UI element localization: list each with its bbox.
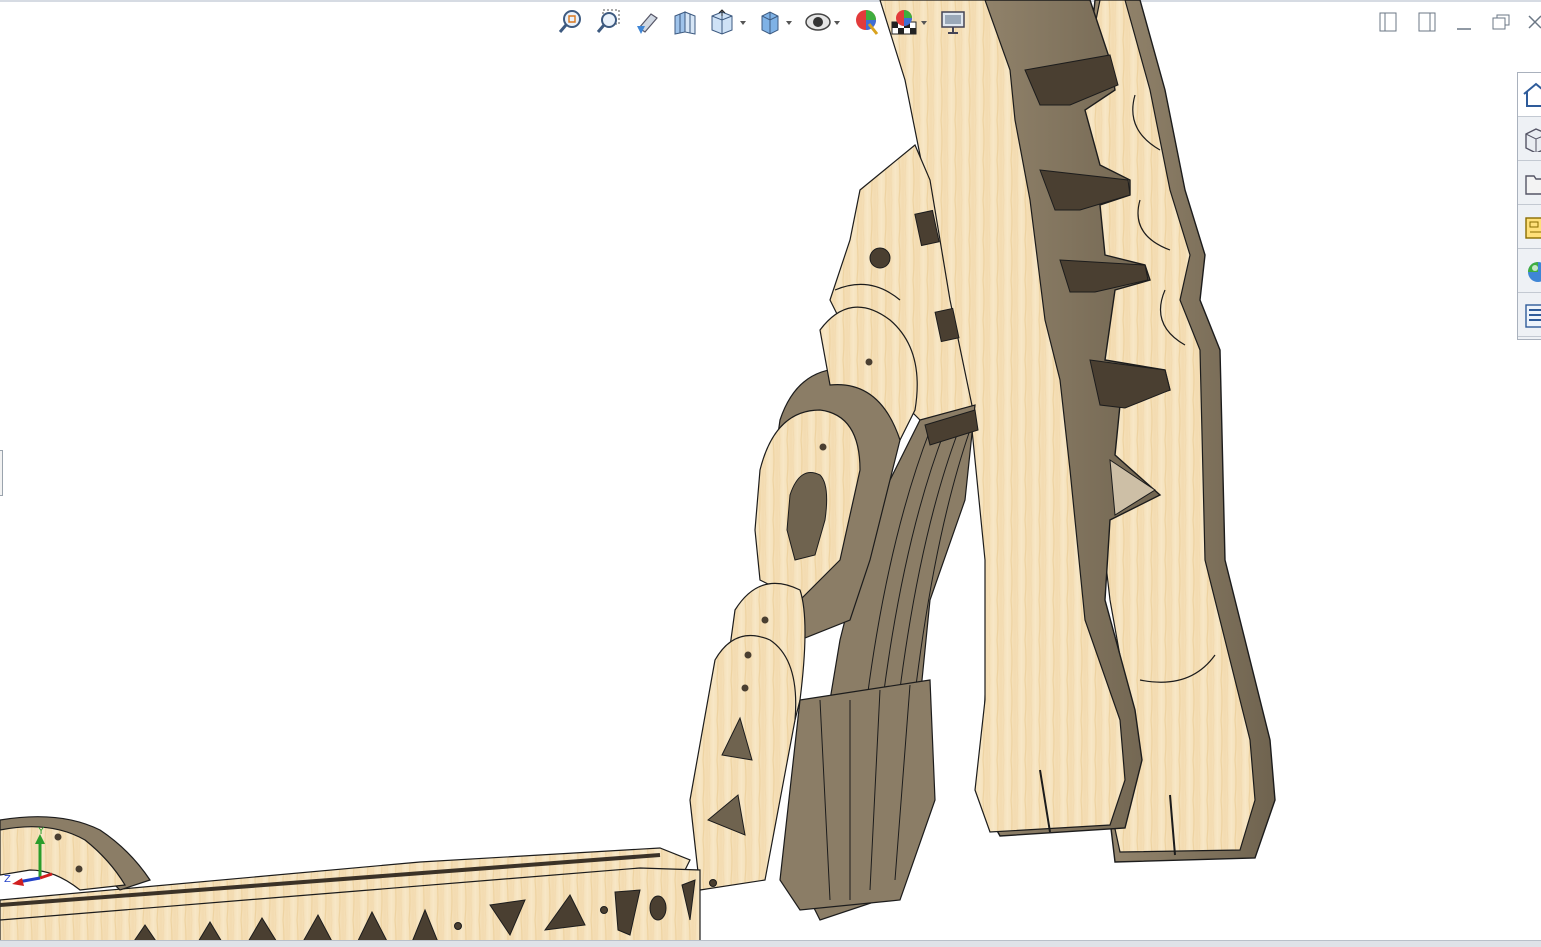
previous-view-icon [637, 13, 658, 34]
previous-view-button[interactable] [630, 5, 664, 39]
appearances-scenes-icon [1528, 261, 1541, 282]
display-style-icon [761, 11, 792, 35]
minimize-icon [1457, 28, 1471, 30]
heads-up-view-toolbar [552, 4, 972, 40]
hide-show-items-button[interactable] [802, 5, 846, 39]
tile-left-icon [1379, 12, 1397, 32]
custom-properties-icon [1525, 303, 1541, 328]
restore-button[interactable] [1489, 10, 1513, 34]
triad-y-label: Y [38, 826, 45, 837]
view-palette-icon [1525, 216, 1541, 239]
display-style-button[interactable] [754, 5, 798, 39]
tab-design-library[interactable] [1518, 117, 1541, 161]
view-orientation-button[interactable] [706, 5, 750, 39]
reference-triad: Y Z [4, 826, 64, 892]
tile-right-button[interactable] [1415, 10, 1439, 34]
solidworks-resources-icon [1523, 82, 1541, 107]
view-settings-button[interactable] [936, 5, 970, 39]
minimize-button[interactable] [1452, 10, 1476, 34]
tab-file-explorer[interactable] [1518, 161, 1541, 205]
section-view-icon [674, 11, 696, 35]
edit-appearance-icon [856, 10, 879, 35]
tab-appearances-scenes[interactable] [1518, 249, 1541, 293]
file-explorer-icon [1525, 174, 1541, 195]
view-orientation-icon [711, 9, 746, 35]
close-icon [1528, 15, 1541, 29]
view-settings-icon [941, 11, 965, 34]
tile-right-icon [1418, 12, 1436, 32]
task-pane-tabs [1517, 72, 1541, 340]
tile-left-button[interactable] [1376, 10, 1400, 34]
design-library-icon [1525, 127, 1541, 152]
zoom-to-fit-button[interactable] [554, 5, 588, 39]
apply-scene-button[interactable] [888, 5, 932, 39]
zoom-to-fit-icon [558, 10, 581, 33]
tab-view-palette[interactable] [1518, 205, 1541, 249]
zoom-to-area-icon [596, 9, 620, 33]
section-view-button[interactable] [668, 5, 702, 39]
window-bottom-border [0, 940, 1541, 947]
tab-custom-properties[interactable] [1518, 293, 1541, 337]
apply-scene-icon [891, 10, 927, 35]
hide-show-items-icon [805, 13, 840, 31]
graphics-area[interactable]: Y Z [0, 0, 1541, 947]
triad-z-label: Z [4, 874, 11, 885]
edit-appearance-button[interactable] [850, 5, 884, 39]
model-render[interactable] [0, 0, 1541, 947]
zoom-to-area-button[interactable] [592, 5, 626, 39]
feature-manager-collapse-handle[interactable] [0, 450, 3, 496]
restore-icon [1492, 14, 1510, 30]
tab-solidworks-resources[interactable] [1518, 73, 1541, 117]
close-button[interactable] [1526, 10, 1541, 34]
